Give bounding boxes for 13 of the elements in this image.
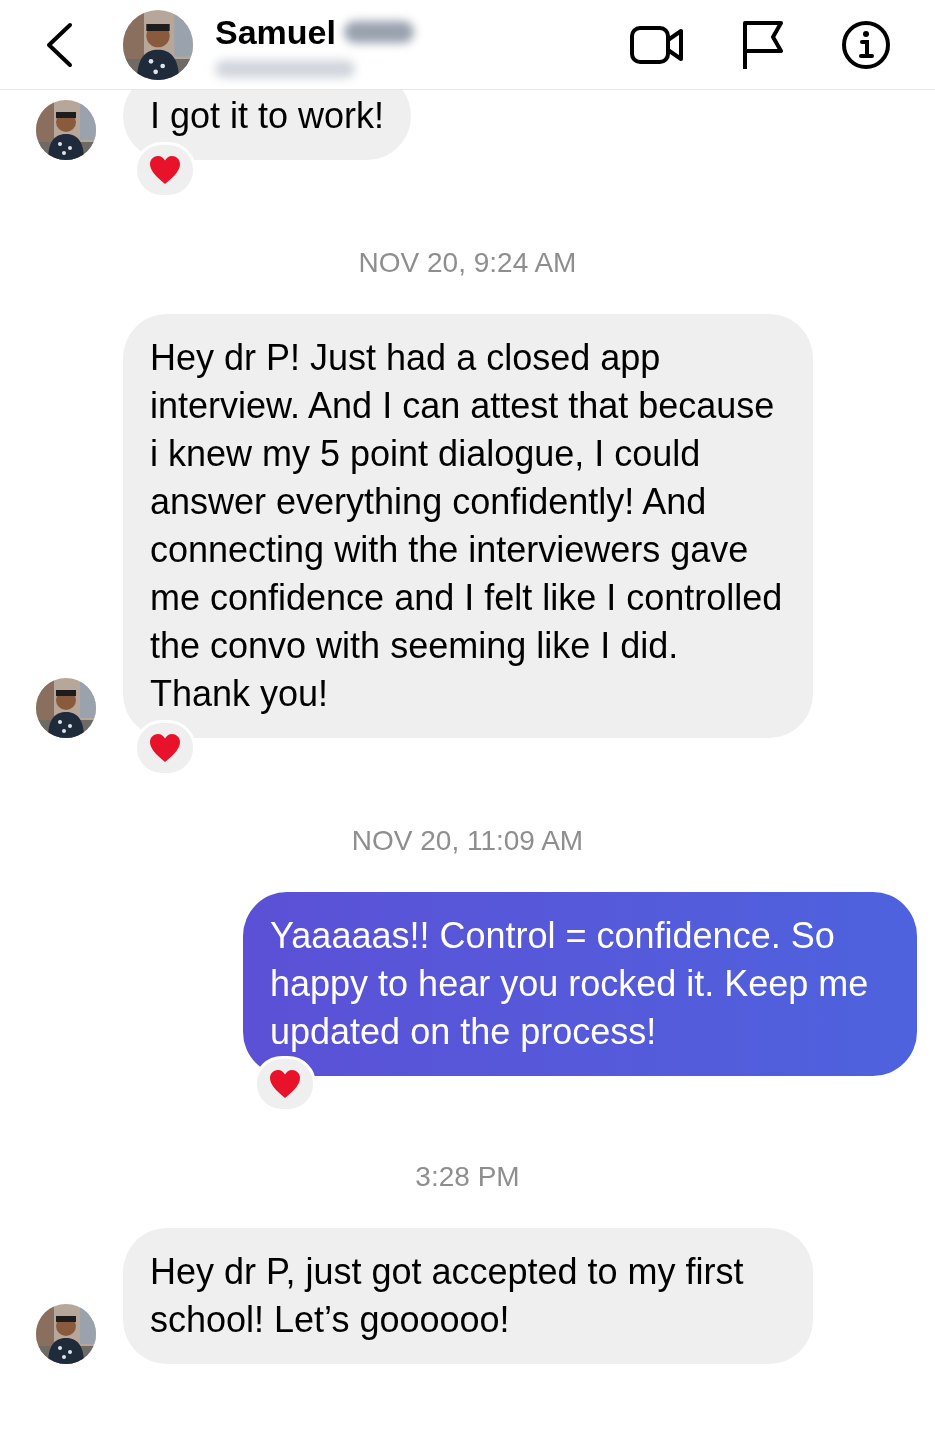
info-icon[interactable]: [841, 19, 891, 70]
heart-icon: [149, 155, 181, 185]
timestamp: NOV 20, 9:24 AM: [358, 246, 577, 280]
heart-icon: [269, 1069, 301, 1099]
message-bubble: Yaaaaas!! Control = confidence. So happy to hear you rocked it. Keep me updated on the process!: [243, 892, 917, 1076]
contact-name: Samuel: [215, 11, 336, 52]
heart-icon: [149, 733, 181, 763]
timestamp: NOV 20, 11:09 AM: [351, 824, 584, 858]
flag-icon[interactable]: [741, 18, 785, 71]
timestamp: 3:28 PM: [415, 1160, 520, 1194]
message-bubble: Hey dr P, just got accepted to my first school! Let’s goooooo!: [123, 1228, 813, 1364]
message-bubble: Hey dr P! Just had a closed app interview. And I can attest that because i knew my 5 point dialogue, I could answer everything confidently! And connecting with the interviewers gave me confidence and I felt like I controlled the convo with seeming like I did. Thank you!: [123, 314, 813, 738]
back-icon[interactable]: [44, 21, 74, 68]
